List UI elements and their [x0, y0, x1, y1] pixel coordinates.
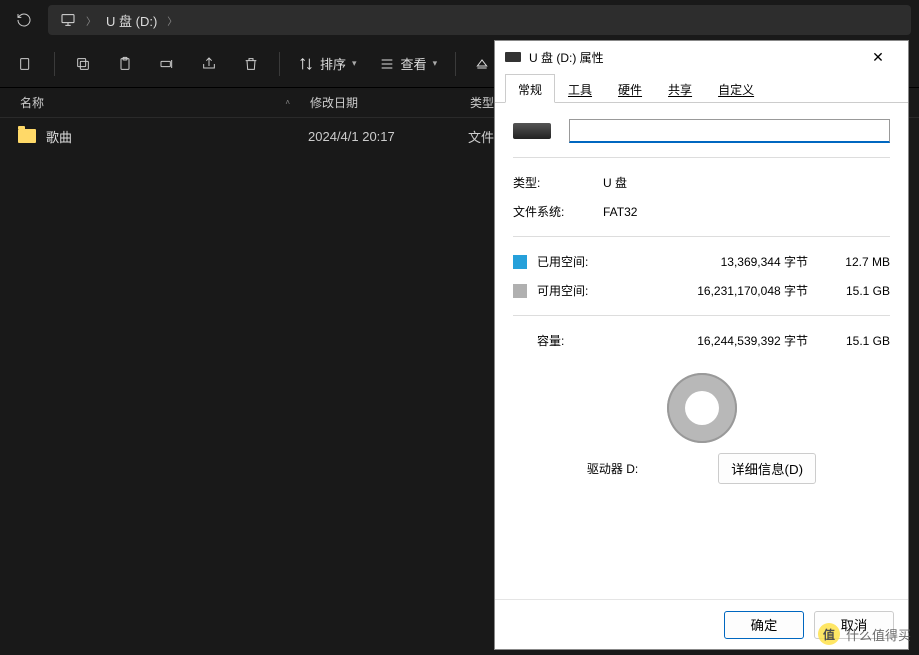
- used-bytes: 13,369,344 字节: [613, 253, 818, 270]
- drive-letter-text: 驱动器 D:: [587, 460, 638, 477]
- trash-icon: [243, 56, 259, 72]
- ok-button[interactable]: 确定: [724, 611, 804, 639]
- divider: [513, 315, 890, 316]
- type-value: U 盘: [603, 174, 890, 191]
- chevron-right-icon: 〉: [167, 13, 177, 28]
- watermark: 值 什么值得买: [818, 623, 911, 645]
- filesystem-value: FAT32: [603, 205, 890, 219]
- tab-hardware[interactable]: 硬件: [605, 74, 655, 103]
- folder-icon: [18, 129, 36, 143]
- chevron-down-icon: ▾: [352, 58, 357, 69]
- chevron-right-icon: 〉: [86, 13, 96, 28]
- tab-general[interactable]: 常规: [505, 74, 555, 103]
- drive-large-icon: [513, 123, 551, 139]
- eject-icon: [474, 56, 490, 72]
- file-date: 2024/4/1 20:17: [308, 129, 468, 144]
- sort-icon: [298, 56, 314, 72]
- file-name: 歌曲: [46, 127, 308, 146]
- free-human: 15.1 GB: [828, 284, 890, 298]
- view-icon: [379, 56, 395, 72]
- refresh-button[interactable]: [8, 4, 40, 36]
- breadcrumb-drive[interactable]: U 盘 (D:): [106, 11, 157, 30]
- column-name[interactable]: 名称 ˄: [20, 94, 310, 111]
- tab-label: 自定义: [718, 83, 754, 97]
- details-label: 详细信息(D): [731, 462, 803, 477]
- paste-button[interactable]: [105, 46, 145, 82]
- rename-button[interactable]: [147, 46, 187, 82]
- share-icon: [201, 56, 217, 72]
- sort-dropdown[interactable]: 排序 ▾: [288, 46, 367, 82]
- drive-label-input[interactable]: [569, 119, 890, 143]
- close-icon: ✕: [872, 49, 884, 66]
- copy-button[interactable]: [63, 46, 103, 82]
- capacity-bytes: 16,244,539,392 字节: [613, 332, 818, 349]
- view-label: 查看: [401, 54, 427, 73]
- tab-label: 工具: [568, 83, 592, 97]
- copy-icon: [75, 56, 91, 72]
- monitor-icon: [60, 12, 76, 28]
- view-dropdown[interactable]: 查看 ▾: [369, 46, 448, 82]
- chevron-down-icon: ▾: [433, 58, 438, 69]
- capacity-human: 15.1 GB: [828, 334, 890, 348]
- separator: [455, 52, 456, 76]
- type-label: 类型:: [513, 174, 603, 191]
- tab-label: 硬件: [618, 83, 642, 97]
- column-type-label: 类型: [470, 96, 494, 110]
- divider: [513, 157, 890, 158]
- free-bytes: 16,231,170,048 字节: [613, 282, 818, 299]
- watermark-text: 什么值得买: [846, 625, 911, 644]
- dialog-titlebar[interactable]: U 盘 (D:) 属性 ✕: [495, 41, 908, 73]
- filesystem-label: 文件系统:: [513, 203, 603, 220]
- separator: [279, 52, 280, 76]
- refresh-icon: [16, 12, 32, 28]
- column-name-label: 名称: [20, 94, 44, 111]
- tab-label: 共享: [668, 83, 692, 97]
- sort-label: 排序: [320, 54, 346, 73]
- free-color-swatch: [513, 284, 527, 298]
- watermark-icon: 值: [818, 623, 840, 645]
- usage-pie-chart: [667, 373, 737, 443]
- file-type: 文件: [468, 127, 494, 146]
- tab-tools[interactable]: 工具: [555, 74, 605, 103]
- column-date-label: 修改日期: [310, 96, 358, 110]
- column-date[interactable]: 修改日期: [310, 94, 470, 111]
- dialog-body: 类型: U 盘 文件系统: FAT32 已用空间: 13,369,344 字节 …: [495, 103, 908, 599]
- used-label: 已用空间:: [537, 253, 603, 270]
- share-button[interactable]: [189, 46, 229, 82]
- separator: [54, 52, 55, 76]
- delete-button[interactable]: [231, 46, 271, 82]
- divider: [513, 236, 890, 237]
- paste-icon: [117, 56, 133, 72]
- sort-indicator-icon: ˄: [285, 98, 290, 107]
- ok-label: 确定: [751, 618, 778, 633]
- new-button[interactable]: [6, 46, 46, 82]
- drive-icon: [505, 52, 521, 62]
- breadcrumb[interactable]: 〉 U 盘 (D:) 〉: [48, 5, 911, 35]
- capacity-label: 容量:: [537, 332, 603, 349]
- dialog-title: U 盘 (D:) 属性: [529, 49, 604, 66]
- tab-label: 常规: [518, 83, 542, 97]
- tab-customize[interactable]: 自定义: [705, 74, 767, 103]
- address-bar: 〉 U 盘 (D:) 〉: [0, 0, 919, 40]
- details-button[interactable]: 详细信息(D): [718, 453, 816, 484]
- properties-dialog: U 盘 (D:) 属性 ✕ 常规 工具 硬件 共享 自定义 类型: U 盘 文件…: [494, 40, 909, 650]
- used-human: 12.7 MB: [828, 255, 890, 269]
- new-icon: [18, 56, 34, 72]
- rename-icon: [159, 56, 175, 72]
- close-button[interactable]: ✕: [858, 42, 898, 72]
- used-color-swatch: [513, 255, 527, 269]
- dialog-tabs: 常规 工具 硬件 共享 自定义: [495, 73, 908, 103]
- free-label: 可用空间:: [537, 282, 603, 299]
- tab-sharing[interactable]: 共享: [655, 74, 705, 103]
